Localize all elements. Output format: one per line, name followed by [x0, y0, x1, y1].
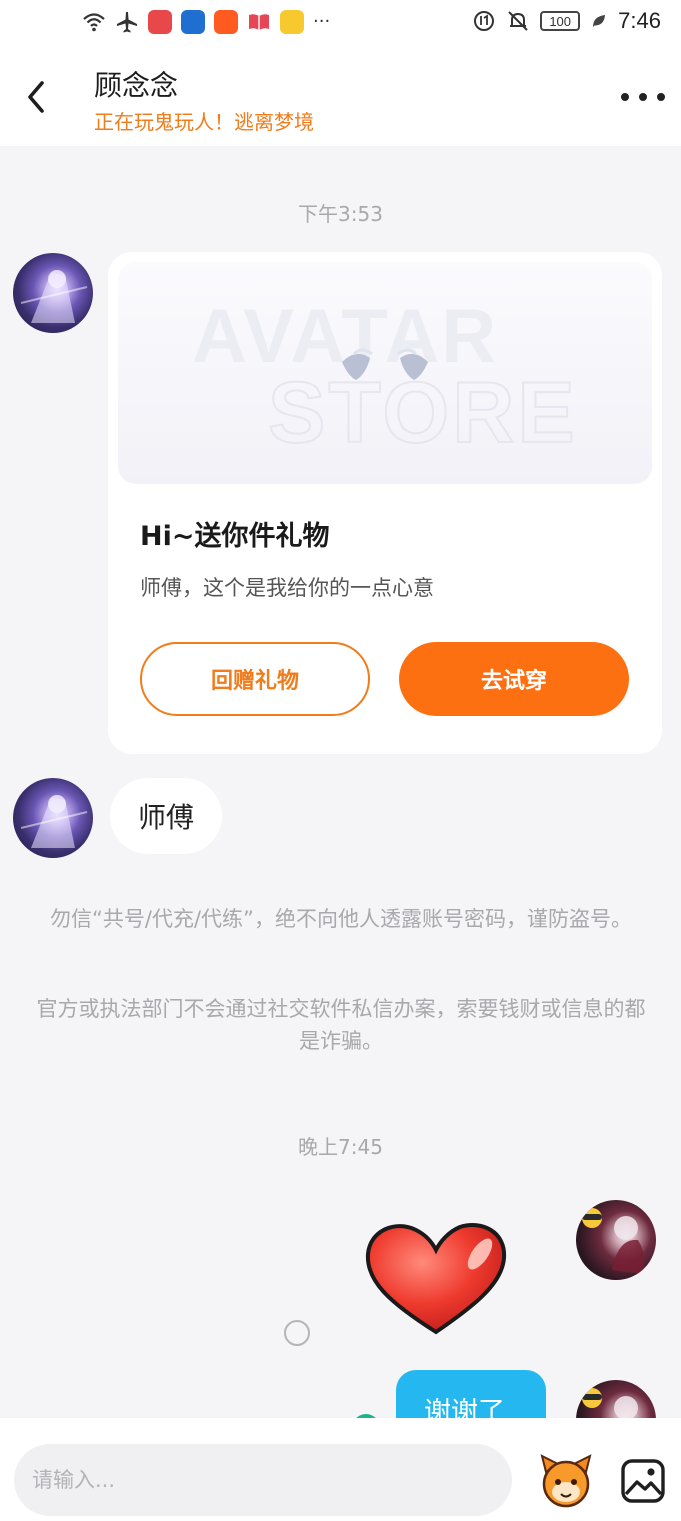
avatar-art: [582, 1208, 645, 1274]
notes-app-icon: [280, 10, 304, 34]
heart-sticker[interactable]: [362, 1218, 510, 1338]
timestamp: 下午3:53: [298, 202, 383, 226]
anti-fraud-notice-2: 官方或执法部门不会通过社交软件私信办案，索要钱财或信息的都是诈骗。: [36, 997, 646, 1053]
wifi-icon: [83, 13, 105, 32]
avatar-art: [20, 795, 88, 848]
book-app-icon: [249, 14, 269, 30]
avatar-store-logo: AVATAR STORE: [192, 294, 578, 462]
svg-text:STORE: STORE: [268, 365, 578, 461]
try-on-button[interactable]: 去试穿: [399, 642, 629, 716]
contact-name[interactable]: 顾念念: [94, 64, 178, 104]
avatar-art: [20, 270, 88, 323]
image-icon[interactable]: [620, 1458, 666, 1504]
battery-icon: 100: [540, 11, 581, 31]
contact-status: 正在玩鬼玩人！逃离梦境: [94, 110, 314, 134]
huawei-app-icon: [148, 10, 172, 34]
gift-description: 师傅，这个是我给你的一点心意: [140, 576, 434, 600]
more-notifications-indicator: ···: [313, 11, 331, 32]
gift-title: Hi~送你件礼物: [140, 521, 330, 552]
data-saver-icon: [474, 11, 495, 31]
incoming-message-bubble[interactable]: 师傅: [110, 778, 223, 854]
message-input[interactable]: [14, 1444, 512, 1516]
sending-indicator: [284, 1320, 310, 1346]
chat-header: 顾念念 正在玩鬼玩人！逃离梦境: [0, 48, 681, 146]
sticker-icon[interactable]: [536, 1450, 596, 1510]
status-bar: ··· 100 7:46: [0, 0, 681, 48]
avatar-store-banner: AVATAR STORE: [118, 262, 652, 484]
contact-avatar[interactable]: [13, 253, 93, 333]
contact-avatar[interactable]: [13, 778, 93, 858]
status-left-icons: ···: [82, 10, 330, 34]
gift-card[interactable]: AVATAR STORE Hi~送你件礼物 师傅，这个是我给你的一点心意 回赠礼…: [108, 252, 662, 754]
kuaishou-app-icon: [214, 10, 238, 34]
leaf-icon: [593, 15, 606, 27]
airplane-icon: [117, 12, 137, 33]
return-gift-button[interactable]: 回赠礼物: [140, 642, 370, 716]
timestamp: 晚上7:45: [298, 1135, 383, 1159]
input-bar: [0, 1418, 681, 1521]
security-app-icon: [181, 10, 205, 34]
status-time: 7:46: [618, 8, 661, 33]
more-icon[interactable]: [621, 84, 665, 110]
back-arrow-icon: [28, 81, 44, 113]
status-right-icons: 100 7:46: [472, 8, 661, 34]
back-button[interactable]: [14, 72, 58, 122]
my-avatar[interactable]: [576, 1200, 656, 1280]
mute-bell-icon: [508, 11, 528, 31]
anti-fraud-notice-1: 勿信“共号/代充/代练”，绝不向他人透露账号密码，谨防盗号。: [50, 907, 632, 931]
